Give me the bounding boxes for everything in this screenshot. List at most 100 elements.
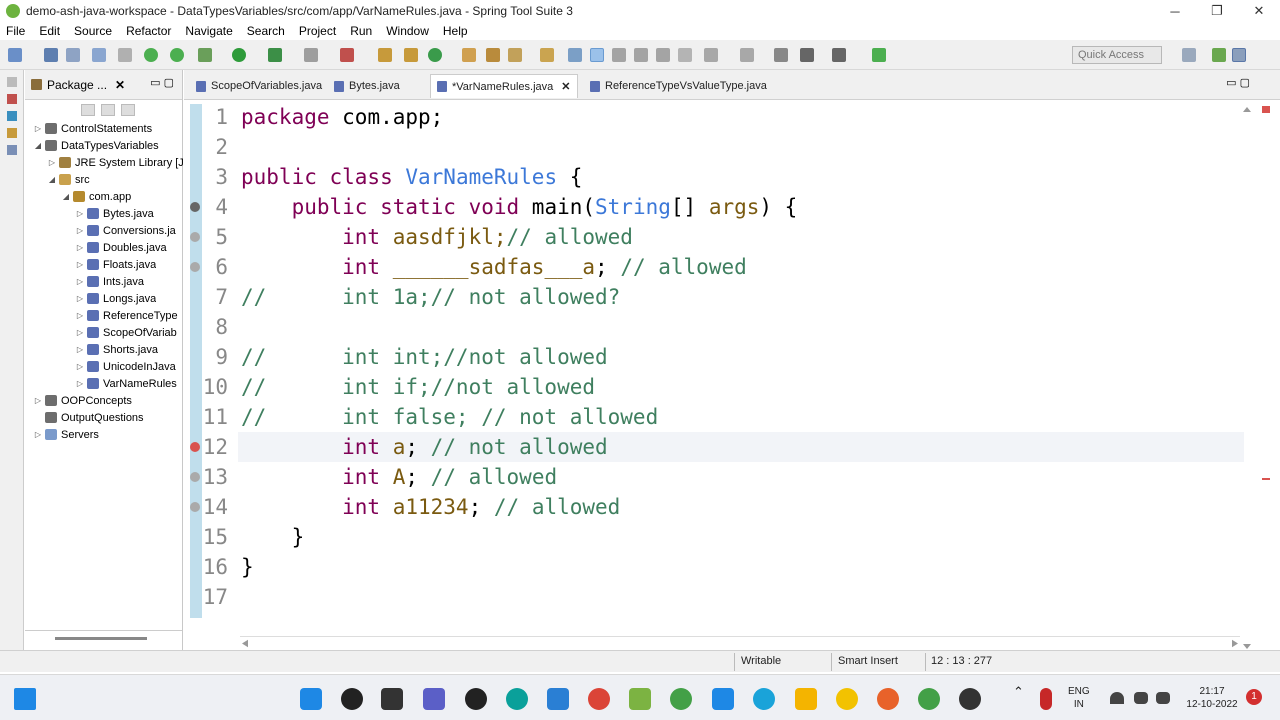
task-list-icon[interactable] [6, 94, 17, 104]
expander-icon[interactable]: ▷ [33, 396, 43, 405]
file-explorer-icon[interactable] [795, 688, 817, 710]
code-line[interactable]: // int if;//not allowed [241, 372, 595, 402]
expander-icon[interactable]: ▷ [75, 226, 85, 235]
terminal-icon[interactable] [92, 48, 106, 62]
tree-item[interactable]: ▷ OOPConcepts [33, 392, 132, 409]
perspective-icon[interactable] [1182, 48, 1196, 62]
tree-item[interactable]: ▷ Servers [33, 426, 99, 443]
package-explorer-tab[interactable]: Package ... ✕ [31, 78, 125, 92]
code-line[interactable]: int a; // not allowed [241, 432, 608, 462]
tab-bytes[interactable]: Bytes.java [334, 77, 400, 95]
open-task-icon[interactable] [486, 48, 500, 62]
warning-marker-icon[interactable] [190, 472, 200, 482]
clock[interactable]: 21:17 12-10-2022 [1184, 685, 1240, 711]
postman-icon[interactable] [836, 688, 858, 710]
new-java-project-icon[interactable] [378, 48, 392, 62]
prev-annotation-icon[interactable] [740, 48, 754, 62]
minimize-button[interactable]: ─ [1154, 0, 1196, 22]
expander-icon[interactable]: ▷ [75, 379, 85, 388]
tree-item[interactable]: ▷ Doubles.java [75, 239, 167, 256]
filters-icon[interactable] [121, 104, 135, 116]
menu-project[interactable]: Project [299, 24, 336, 38]
code-line[interactable]: // int false; // not allowed [241, 402, 658, 432]
open-type-icon[interactable] [462, 48, 476, 62]
outline-icon[interactable] [6, 111, 17, 121]
spring-tool-suite-icon[interactable] [918, 688, 940, 710]
app-icon[interactable] [465, 688, 487, 710]
expander-icon[interactable]: ▷ [75, 294, 85, 303]
editor-hscroll[interactable] [240, 636, 1240, 650]
warning-marker-icon[interactable] [190, 202, 200, 212]
menu-file[interactable]: File [6, 24, 25, 38]
code-line[interactable]: int A; // allowed [241, 462, 557, 492]
tree-item[interactable]: ▷ VarNameRules [75, 375, 177, 392]
firefox-icon[interactable] [877, 688, 899, 710]
wifi-icon[interactable] [1110, 692, 1124, 704]
edge-icon[interactable] [753, 688, 775, 710]
tree-item[interactable]: ▷ Shorts.java [75, 341, 158, 358]
expander-icon[interactable]: ▷ [47, 158, 57, 167]
language-indicator[interactable]: ENG IN [1068, 685, 1090, 711]
back-dropdown-icon[interactable] [800, 48, 814, 62]
collapse-all-icon[interactable] [81, 104, 95, 116]
editor-minmax[interactable]: ▭ ▢ [1226, 76, 1250, 89]
volume-icon[interactable] [1134, 692, 1148, 704]
tree-item[interactable]: ▷ Conversions.ja [75, 222, 176, 239]
expanded-icon[interactable]: ◢ [33, 141, 43, 150]
save-icon[interactable] [44, 48, 58, 62]
tree-item[interactable]: ▷ JRE System Library [J [47, 154, 184, 171]
expander-icon[interactable]: ▷ [75, 328, 85, 337]
sts-icon[interactable] [670, 688, 692, 710]
code-line[interactable]: package com.app; [241, 102, 443, 132]
notepad-icon[interactable] [629, 688, 651, 710]
word-wrap-icon[interactable] [634, 48, 648, 62]
code-line[interactable]: public class VarNameRules { [241, 162, 582, 192]
code-line[interactable]: public static void main(String[] args) { [241, 192, 798, 222]
quick-access-input[interactable]: Quick Access [1072, 46, 1162, 64]
search-icon[interactable] [341, 688, 363, 710]
menu-search[interactable]: Search [247, 24, 285, 38]
tab-close-icon[interactable]: ✕ [561, 80, 570, 93]
toggle-mark-occurrences-icon[interactable] [590, 48, 604, 62]
tree-item[interactable]: ◢ DataTypesVariables [33, 137, 159, 154]
code-line[interactable]: // int int;//not allowed [241, 342, 608, 372]
open-perspective-icon[interactable] [540, 48, 554, 62]
tree-item[interactable]: ◢ src [47, 171, 90, 188]
editor-vscroll[interactable] [1240, 104, 1254, 652]
tree-item[interactable]: ▷ Bytes.java [75, 205, 154, 222]
expander-icon[interactable]: ▷ [75, 209, 85, 218]
back-arrow-icon[interactable] [774, 48, 788, 62]
code-line[interactable]: int a11234; // allowed [241, 492, 620, 522]
tree-item[interactable]: ▷ ScopeOfVariab [75, 324, 177, 341]
battery-icon[interactable] [1156, 692, 1170, 704]
document-icon[interactable] [547, 688, 569, 710]
warning-marker-icon[interactable] [190, 502, 200, 512]
menu-refactor[interactable]: Refactor [126, 24, 171, 38]
package-explorer-minmax[interactable]: ▭ ▢ [150, 76, 174, 89]
tree-item[interactable]: ▷ ReferenceType [75, 307, 178, 324]
notification-badge[interactable]: 1 [1246, 689, 1262, 705]
console-icon[interactable] [6, 145, 17, 155]
arduino-icon[interactable] [506, 688, 528, 710]
error-line-marker[interactable] [1262, 478, 1270, 480]
code-line[interactable]: } [241, 522, 305, 552]
next-annotation-icon[interactable] [704, 48, 718, 62]
tab-reference-type[interactable]: ReferenceTypeVsValueType.java [590, 77, 767, 95]
expander-icon[interactable]: ▷ [75, 362, 85, 371]
external-tools-icon[interactable] [340, 48, 354, 62]
annotation-icon[interactable] [568, 48, 582, 62]
chrome-icon[interactable] [588, 688, 610, 710]
debug-icon[interactable] [198, 48, 212, 62]
expander-icon[interactable]: ▷ [33, 430, 43, 439]
start-icon[interactable] [300, 688, 322, 710]
tab-var-name-rules[interactable]: *VarNameRules.java ✕ [430, 74, 578, 98]
code-line[interactable]: int aasdfjkl;// allowed [241, 222, 633, 252]
obs-icon[interactable] [959, 688, 981, 710]
menu-navigate[interactable]: Navigate [185, 24, 232, 38]
expander-icon[interactable]: ▷ [75, 345, 85, 354]
save-all-icon[interactable] [66, 48, 80, 62]
menu-run[interactable]: Run [350, 24, 372, 38]
menu-help[interactable]: Help [443, 24, 468, 38]
coverage-icon[interactable] [268, 48, 282, 62]
new-package-icon[interactable] [404, 48, 418, 62]
